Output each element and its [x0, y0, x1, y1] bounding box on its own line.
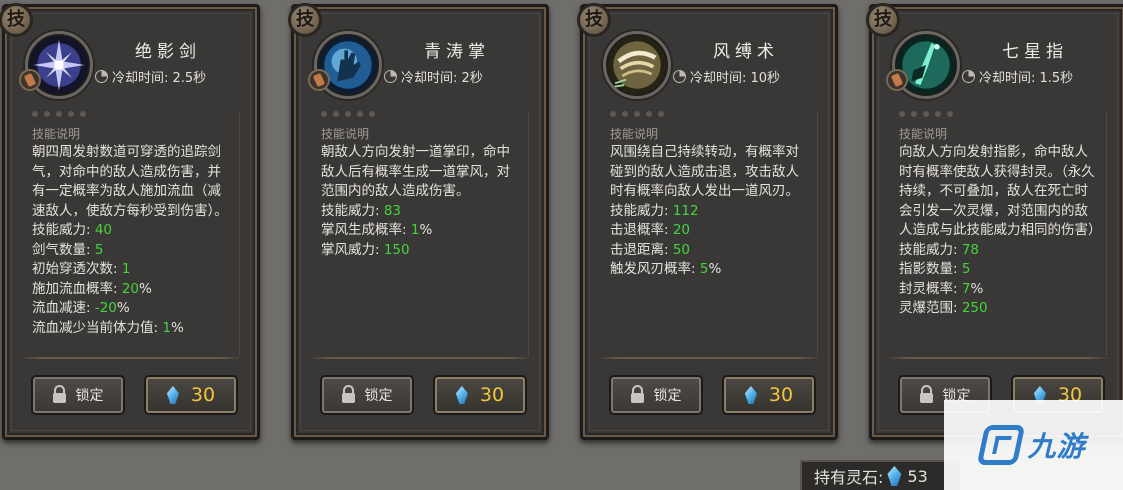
skill-description[interactable]: 朝敌人方向发射一道掌印，命中敌人后有概率生成一道掌风，对范围内的敌人造成伤害。 …: [321, 143, 521, 351]
price-label: 30: [768, 384, 794, 406]
lock-icon: [630, 384, 644, 403]
skill-card-4[interactable]: 技 七星指 冷却时间: 1.5秒 技能说明 向敌人方向发射指影，命中敌人时有概率…: [866, 3, 1123, 440]
spirit-stone-icon: [166, 386, 179, 404]
currency-label: 持有灵石:: [814, 468, 884, 487]
skill-name: 风缚术: [713, 42, 779, 62]
cooldown-text: 冷却时间: 2秒: [401, 71, 483, 86]
cooldown: 冷却时间: 2秒: [384, 67, 483, 86]
skill-card-1[interactable]: 技 绝影剑 冷却时间: 2.5秒 技能说明 朝四周发射数道可穿透的追踪剑气，对命…: [0, 3, 260, 440]
desc-text: 风围绕自己持续转动，有概率对碰到的敌人造成击退，攻击敌人时有概率向敌人发出一道风…: [610, 144, 799, 199]
clock-icon: [673, 70, 686, 83]
lock-label: 锁定: [653, 388, 682, 404]
price-label: 30: [479, 384, 505, 406]
skill-badge: 技: [577, 3, 611, 37]
stat-row: 击退概率: 20: [610, 222, 691, 238]
spirit-stone-icon: [887, 466, 902, 486]
cooldown-text: 冷却时间: 1.5秒: [979, 71, 1074, 86]
lock-icon: [52, 384, 66, 403]
lock-button[interactable]: 锁定: [322, 377, 412, 413]
clock-icon: [962, 70, 975, 83]
cooldown-text: 冷却时间: 10秒: [690, 71, 781, 86]
price-label: 30: [190, 384, 216, 406]
scrollbar[interactable]: [239, 111, 245, 355]
skill-badge: 技: [866, 3, 900, 37]
stat-row: 施加流血概率: 20%: [32, 280, 152, 297]
cooldown: 冷却时间: 2.5秒: [95, 67, 206, 86]
skill-name: 青涛掌: [424, 42, 490, 62]
level-dots: [32, 111, 86, 117]
desc-text: 向敌人方向发射指影，命中敌人时有概率使敌人获得封灵。（永久持续，不可叠加，敌人在…: [899, 144, 1099, 238]
stat-row: 流血减少当前体力值: 1%: [32, 319, 184, 336]
cooldown-text: 冷却时间: 2.5秒: [112, 71, 207, 86]
buy-button[interactable]: 30: [146, 377, 236, 413]
buy-button[interactable]: 30: [435, 377, 525, 413]
divider: [886, 357, 1110, 359]
buy-button[interactable]: 30: [724, 377, 814, 413]
lock-label: 锁定: [364, 388, 393, 404]
lock-button[interactable]: 锁定: [33, 377, 123, 413]
watermark-text: 九游: [1027, 430, 1086, 463]
skill-name: 绝影剑: [135, 42, 201, 62]
level-dots: [899, 111, 953, 117]
skill-description[interactable]: 朝四周发射数道可穿透的追踪剑气，对命中的敌人造成伤害，并有一定概率为敌人施加流血…: [32, 143, 232, 351]
stat-row: 指影数量: 5: [899, 261, 971, 277]
nine-game-logo-icon: [977, 425, 1026, 465]
currency-amount: 53: [907, 466, 928, 486]
desc-text: 朝四周发射数道可穿透的追踪剑气，对命中的敌人造成伤害，并有一定概率为敌人施加流血…: [32, 144, 228, 219]
lock-button[interactable]: 锁定: [611, 377, 701, 413]
skill-badge: 技: [0, 3, 33, 37]
desc-header: 技能说明: [610, 127, 659, 141]
skill-card-2[interactable]: 技 青涛掌 冷却时间: 2秒 技能说明 朝敌人方向发射一道掌印，命中敌人后有概率…: [288, 3, 549, 440]
skill-description[interactable]: 风围绕自己持续转动，有概率对碰到的敌人造成击退，攻击敌人时有概率向敌人发出一道风…: [610, 143, 810, 351]
desc-header: 技能说明: [321, 127, 370, 141]
skill-description[interactable]: 向敌人方向发射指影，命中敌人时有概率使敌人获得封灵。（永久持续，不可叠加，敌人在…: [899, 143, 1099, 351]
stat-row: 击退距离: 50: [610, 241, 691, 258]
divider: [597, 357, 821, 359]
fist-tag-icon: [886, 69, 908, 91]
desc-header: 技能说明: [32, 127, 81, 141]
clock-icon: [384, 70, 397, 83]
divider: [19, 357, 243, 359]
stat-row: 技能威力: 83: [321, 202, 402, 219]
lock-icon: [341, 384, 355, 403]
stat-row: 掌风威力: 150: [321, 241, 410, 258]
stat-row: 灵爆范围: 250: [899, 300, 988, 316]
currency-display: 持有灵石: 53: [800, 460, 960, 490]
fist-tag-icon: [308, 69, 330, 91]
stat-row: 流血减速: -20%: [32, 300, 130, 316]
lock-label: 锁定: [75, 388, 104, 404]
stat-row: 剑气数量: 5: [32, 241, 104, 258]
desc-header: 技能说明: [899, 127, 948, 141]
scrollbar[interactable]: [817, 111, 823, 355]
cooldown: 冷却时间: 1.5秒: [962, 67, 1073, 86]
stat-row: 技能威力: 78: [899, 241, 980, 258]
skill-badge: 技: [288, 3, 322, 37]
skill-card-3[interactable]: 技 风缚术 冷却时间: 10秒 技能说明 风围绕自己持续转动，有概率对碰到的敌人…: [577, 3, 838, 440]
cooldown: 冷却时间: 10秒: [673, 67, 780, 86]
stat-row: 掌风生成概率: 1%: [321, 222, 433, 238]
spirit-stone-icon: [744, 386, 757, 404]
stat-row: 技能威力: 112: [610, 202, 699, 219]
desc-text: 朝敌人方向发射一道掌印，命中敌人后有概率生成一道掌风，对范围内的敌人造成伤害。: [321, 144, 510, 199]
level-dots: [321, 111, 375, 117]
clock-icon: [95, 70, 108, 83]
spirit-stone-icon: [455, 386, 468, 404]
stat-row: 触发风刃概率: 5%: [610, 261, 722, 277]
stat-row: 技能威力: 40: [32, 222, 113, 238]
wind-swirl-icon: [603, 31, 671, 99]
sword-tag-icon: [19, 69, 41, 91]
scrollbar[interactable]: [1106, 111, 1112, 355]
stat-row: 初始穿透次数: 1: [32, 261, 131, 277]
divider: [308, 357, 532, 359]
stat-row: 封灵概率: 7%: [899, 280, 984, 297]
watermark: 九游: [944, 400, 1123, 490]
lock-icon: [919, 384, 933, 403]
scrollbar[interactable]: [528, 111, 534, 355]
level-dots: [610, 111, 664, 117]
skill-name: 七星指: [1002, 42, 1068, 62]
